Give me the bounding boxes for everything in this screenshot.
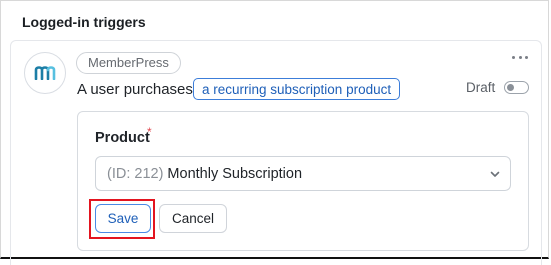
- section-title: Logged-in triggers: [22, 14, 146, 30]
- save-button[interactable]: Save: [95, 204, 151, 233]
- memberpress-logo-icon: [34, 66, 56, 80]
- status-label: Draft: [466, 80, 496, 95]
- product-id-prefix: (ID: 212): [107, 165, 164, 182]
- integration-badge: MemberPress: [76, 52, 181, 74]
- chevron-down-icon: [490, 171, 500, 177]
- required-indicator: *: [147, 125, 152, 139]
- more-horizontal-icon[interactable]: [512, 54, 528, 60]
- product-select-value: Monthly Subscription: [167, 165, 303, 182]
- product-field-label: Product: [95, 130, 150, 146]
- draft-toggle[interactable]: [504, 81, 529, 94]
- cancel-button[interactable]: Cancel: [159, 204, 227, 233]
- product-select[interactable]: (ID: 212) Monthly Subscription: [95, 156, 511, 191]
- trigger-sentence: A user purchases: [77, 81, 193, 98]
- trigger-product-chip[interactable]: a recurring subscription product: [193, 78, 401, 100]
- toggle-knob: [507, 83, 514, 91]
- integration-avatar: [24, 52, 66, 94]
